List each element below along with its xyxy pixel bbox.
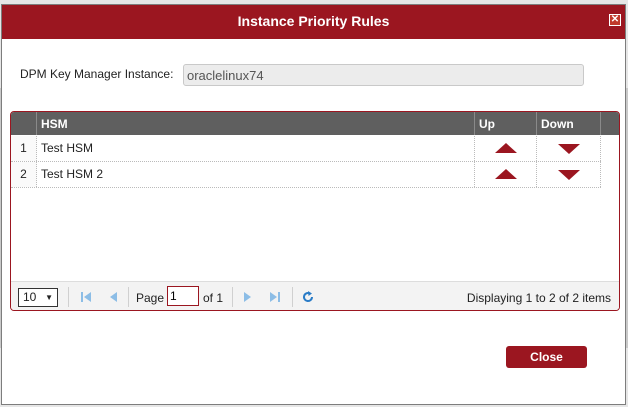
- instance-priority-dialog: Instance Priority Rules ✕ DPM Key Manage…: [1, 4, 626, 405]
- move-down-icon[interactable]: [558, 170, 580, 180]
- page-size-select[interactable]: 10 ▼: [18, 288, 58, 307]
- page-label: Page: [136, 291, 165, 305]
- row-number: 1: [11, 136, 37, 161]
- close-icon[interactable]: ✕: [609, 14, 621, 26]
- first-page-icon[interactable]: [79, 290, 93, 304]
- display-summary: Displaying 1 to 2 of 2 items: [466, 291, 611, 305]
- row-number: 2: [11, 162, 37, 187]
- grid-header: HSM Up Down: [11, 112, 619, 135]
- page-number-input[interactable]: [167, 286, 199, 306]
- down-cell: [537, 162, 601, 187]
- up-cell: [475, 136, 537, 161]
- move-down-icon[interactable]: [558, 144, 580, 154]
- separator: [232, 287, 233, 307]
- table-row[interactable]: 1 Test HSM: [11, 136, 601, 162]
- move-up-icon[interactable]: [495, 143, 517, 153]
- hsm-name: Test HSM: [37, 136, 475, 161]
- hsm-name: Test HSM 2: [37, 162, 475, 187]
- key-manager-input[interactable]: [183, 64, 584, 86]
- hsm-grid: HSM Up Down 1 Test HSM 2 Test HSM 2 10 ▼…: [10, 111, 620, 311]
- key-manager-label: DPM Key Manager Instance:: [20, 67, 174, 81]
- page-size-value: 10: [23, 290, 37, 304]
- pagination-bar: 10 ▼ Page of 1: [11, 281, 619, 310]
- dropdown-arrow-icon: ▼: [45, 293, 53, 302]
- header-down[interactable]: Down: [537, 112, 601, 135]
- page-total-label: of 1: [203, 291, 224, 305]
- table-row[interactable]: 2 Test HSM 2: [11, 162, 601, 188]
- next-page-icon[interactable]: [241, 290, 255, 304]
- last-page-icon[interactable]: [268, 290, 282, 304]
- dialog-title: Instance Priority Rules: [237, 13, 390, 29]
- refresh-icon[interactable]: [301, 290, 315, 304]
- separator: [128, 287, 129, 307]
- close-button[interactable]: Close: [506, 346, 587, 368]
- prev-page-icon[interactable]: [106, 290, 120, 304]
- header-up[interactable]: Up: [475, 112, 537, 135]
- dialog-titlebar: Instance Priority Rules ✕: [2, 5, 625, 39]
- separator: [292, 287, 293, 307]
- down-cell: [537, 136, 601, 161]
- header-rownum: [11, 112, 37, 135]
- header-hsm[interactable]: HSM: [37, 112, 475, 135]
- up-cell: [475, 162, 537, 187]
- move-up-icon[interactable]: [495, 169, 517, 179]
- separator: [68, 287, 69, 307]
